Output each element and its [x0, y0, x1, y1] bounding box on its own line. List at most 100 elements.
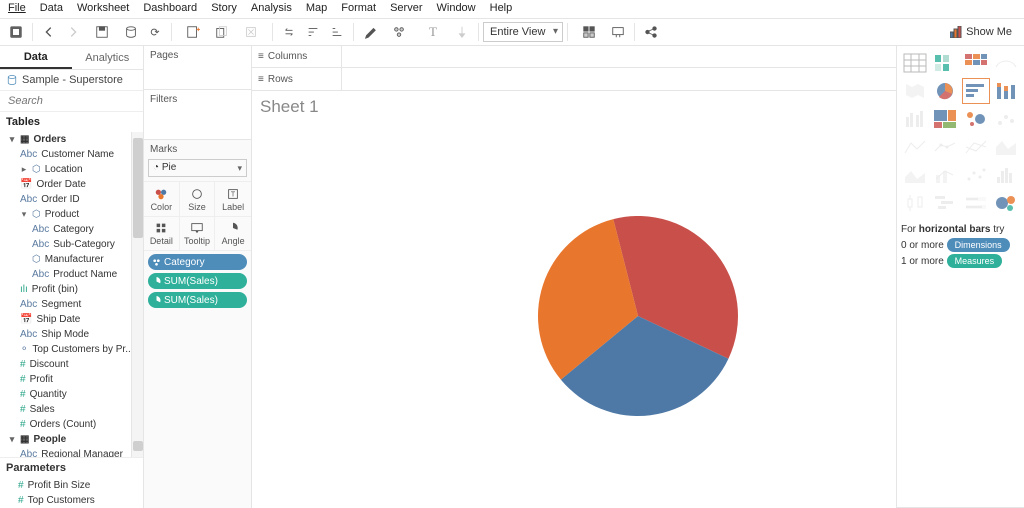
field-regional-manager[interactable]: Abc Regional Manager — [2, 447, 141, 457]
pill-category[interactable]: Category — [148, 254, 247, 270]
share-icon[interactable] — [639, 21, 663, 43]
group-icon[interactable] — [382, 21, 416, 43]
menu-format[interactable]: Format — [341, 2, 376, 18]
field-tree: ▾▦ Orders Abc Customer Name ▸⬡ Location … — [0, 132, 143, 457]
sm-side-bar[interactable] — [901, 106, 929, 132]
scrollbar-thumb-bottom[interactable] — [133, 441, 143, 451]
mark-tooltip-button[interactable]: Tooltip — [180, 216, 216, 250]
sm-symbol-map[interactable] — [992, 50, 1020, 76]
back-arrow-icon[interactable] — [37, 21, 61, 43]
sm-highlight-table[interactable] — [962, 50, 990, 76]
highlight-icon[interactable] — [358, 21, 382, 43]
field-top-customers-by-profit[interactable]: ⚬ Top Customers by Pr... — [2, 342, 141, 357]
field-sales[interactable]: # Sales — [2, 402, 141, 417]
pin-icon[interactable] — [450, 21, 474, 43]
sm-stacked-bar[interactable] — [992, 78, 1020, 104]
field-product-name[interactable]: Abc Product Name — [2, 267, 141, 282]
tab-analytics[interactable]: Analytics — [72, 46, 144, 69]
sm-packed-bubbles[interactable] — [992, 190, 1020, 216]
param-top-customers[interactable]: # Top Customers — [0, 493, 143, 508]
menu-help[interactable]: Help — [490, 2, 513, 18]
datasource-row[interactable]: Sample - Superstore — [0, 70, 143, 90]
mark-detail-button[interactable]: Detail — [144, 216, 180, 250]
field-orders-count[interactable]: # Orders (Count) — [2, 417, 141, 432]
start-page-icon[interactable] — [4, 21, 28, 43]
sm-histogram[interactable] — [992, 162, 1020, 188]
menu-data[interactable]: Data — [40, 2, 63, 18]
table-people[interactable]: ▾▦ People — [2, 432, 141, 447]
field-ship-mode[interactable]: Abc Ship Mode — [2, 327, 141, 342]
sm-circle-views[interactable] — [962, 106, 990, 132]
field-customer-name[interactable]: Abc Customer Name — [2, 147, 141, 162]
filters-shelf[interactable]: Filters — [144, 90, 251, 140]
presentation-icon[interactable] — [606, 21, 630, 43]
swap-icon[interactable] — [277, 21, 301, 43]
mark-label-button[interactable]: TLabel — [215, 182, 251, 216]
sm-area[interactable] — [992, 134, 1020, 160]
pill-sum-sales-angle[interactable]: SUM(Sales) — [148, 292, 247, 308]
table-orders[interactable]: ▾▦ Orders — [2, 132, 141, 147]
menu-window[interactable]: Window — [437, 2, 476, 18]
field-quantity[interactable]: # Quantity — [2, 387, 141, 402]
sm-treemap[interactable] — [931, 106, 959, 132]
sm-line-disc[interactable] — [931, 134, 959, 160]
field-segment[interactable]: Abc Segment — [2, 297, 141, 312]
field-order-id[interactable]: Abc Order ID — [2, 192, 141, 207]
sm-text-table[interactable] — [901, 50, 929, 76]
menu-server[interactable]: Server — [390, 2, 422, 18]
pages-shelf[interactable]: Pages — [144, 46, 251, 90]
sm-horizontal-bar[interactable] — [962, 78, 990, 104]
sm-pie[interactable] — [931, 78, 959, 104]
sm-dual-line[interactable] — [962, 134, 990, 160]
mark-size-button[interactable]: Size — [180, 182, 216, 216]
search-input[interactable] — [4, 93, 155, 109]
menu-story[interactable]: Story — [211, 2, 237, 18]
menu-map[interactable]: Map — [306, 2, 327, 18]
field-product[interactable]: ▾⬡ Product — [2, 207, 141, 222]
field-location[interactable]: ▸⬡ Location — [2, 162, 141, 177]
mark-type-select[interactable]: ◔ Pie — [148, 159, 247, 177]
show-me-button[interactable]: Show Me — [942, 21, 1020, 43]
menu-worksheet[interactable]: Worksheet — [77, 2, 129, 18]
field-order-date[interactable]: 📅 Order Date — [2, 177, 141, 192]
sm-heat-map[interactable] — [931, 50, 959, 76]
param-profit-bin-size[interactable]: # Profit Bin Size — [0, 478, 143, 493]
sm-filled-map[interactable] — [901, 78, 929, 104]
text-label-icon[interactable]: T — [416, 21, 450, 43]
sm-side-circle[interactable] — [992, 106, 1020, 132]
sort-desc-icon[interactable] — [325, 21, 349, 43]
duplicate-icon[interactable] — [210, 21, 234, 43]
sm-line-cont[interactable] — [901, 134, 929, 160]
show-cards-icon[interactable] — [572, 21, 606, 43]
menu-file[interactable]: File — [8, 2, 26, 18]
sm-scatter[interactable] — [962, 162, 990, 188]
sort-asc-icon[interactable] — [301, 21, 325, 43]
sm-gantt[interactable] — [931, 190, 959, 216]
field-manufacturer[interactable]: ⬡ Manufacturer — [2, 252, 141, 267]
scrollbar-thumb[interactable] — [133, 138, 143, 238]
mark-color-button[interactable]: Color — [144, 182, 180, 216]
pill-sum-sales-size[interactable]: SUM(Sales) — [148, 273, 247, 289]
menu-dashboard[interactable]: Dashboard — [143, 2, 197, 18]
new-datasource-icon[interactable] — [119, 21, 143, 43]
save-icon[interactable] — [85, 21, 119, 43]
forward-arrow-icon[interactable] — [61, 21, 85, 43]
menu-analysis[interactable]: Analysis — [251, 2, 292, 18]
field-profit-bin[interactable]: ılı Profit (bin) — [2, 282, 141, 297]
mark-angle-button[interactable]: Angle — [215, 216, 251, 250]
field-ship-date[interactable]: 📅 Ship Date — [2, 312, 141, 327]
sm-bullet[interactable] — [962, 190, 990, 216]
tab-data[interactable]: Data — [0, 46, 72, 69]
field-profit[interactable]: # Profit — [2, 372, 141, 387]
field-category[interactable]: Abc Category — [2, 222, 141, 237]
field-sub-category[interactable]: Abc Sub-Category — [2, 237, 141, 252]
sm-dual-combo[interactable] — [931, 162, 959, 188]
sm-box-plot[interactable] — [901, 190, 929, 216]
field-discount[interactable]: # Discount — [2, 357, 141, 372]
tree-scrollbar[interactable] — [131, 132, 143, 457]
clear-icon[interactable] — [234, 21, 268, 43]
sm-area-disc[interactable] — [901, 162, 929, 188]
new-worksheet-icon[interactable] — [176, 21, 210, 43]
pause-updates-icon[interactable]: ⟳ — [143, 21, 167, 43]
fit-select[interactable]: Entire View — [483, 22, 563, 42]
